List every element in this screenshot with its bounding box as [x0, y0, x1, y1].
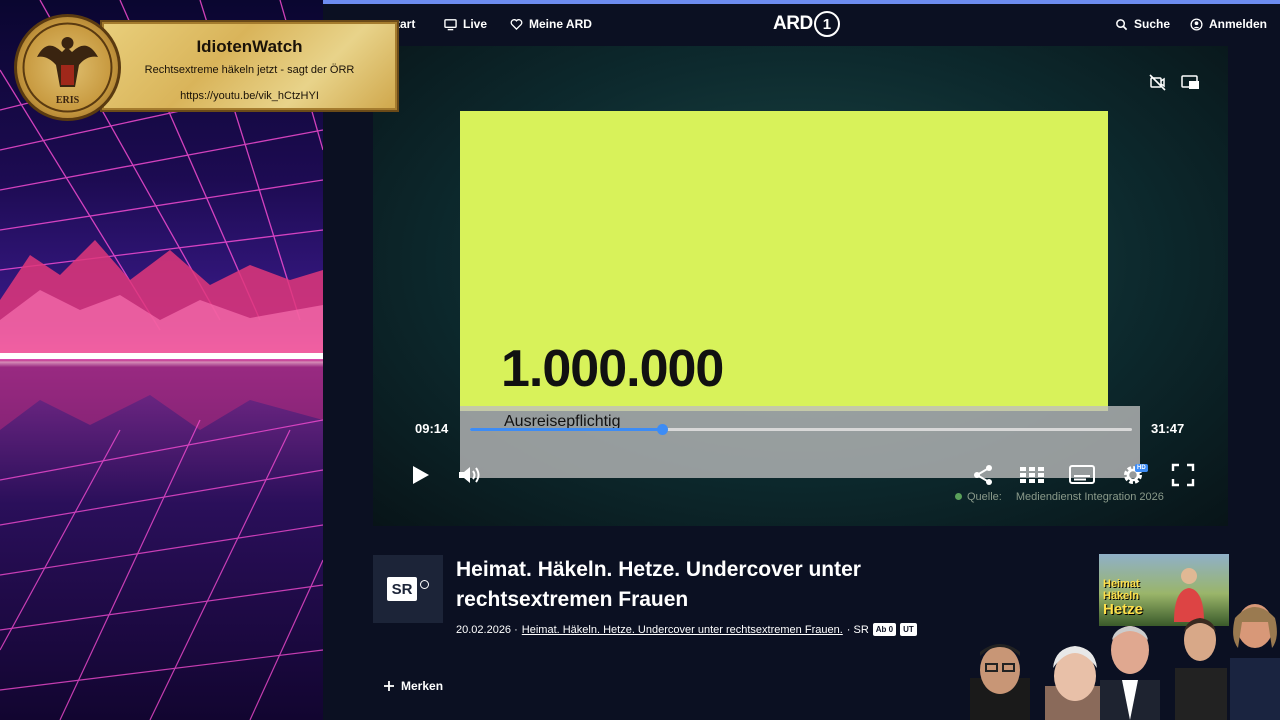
nav-search-label: Suche: [1134, 17, 1171, 31]
screen: tart Live Meine ARD ARD 1 Suche Anmelden: [0, 0, 1280, 720]
progress-fill: [470, 428, 662, 431]
face-1: [970, 644, 1030, 720]
heart-icon: [510, 18, 523, 30]
sr-logo-dot: [420, 579, 429, 589]
source-dot: [955, 493, 962, 500]
video-meta: 20.02.2026 · Heimat. Häkeln. Hetze. Unde…: [456, 623, 917, 636]
video-title: Heimat. Häkeln. Hetze. Undercover unter …: [456, 558, 861, 611]
hd-badge: HD: [1135, 464, 1148, 472]
nav-search-button[interactable]: Suche: [1115, 17, 1170, 31]
nav-live-label: Live: [463, 17, 488, 31]
commentator-faces-overlay: [970, 604, 1280, 720]
nav-meine-ard-label: Meine ARD: [529, 17, 592, 31]
video-frame-slide: 1.000.000: [460, 111, 1108, 411]
nav-login-button[interactable]: Anmelden: [1190, 17, 1267, 31]
video-player[interactable]: 1.000.000 Ausreisepflichtig 09:14 31:47: [373, 46, 1228, 526]
nav-live-link[interactable]: Live: [444, 17, 487, 31]
play-icon[interactable]: [408, 463, 432, 487]
tv-icon: [444, 18, 457, 30]
series-link[interactable]: Heimat. Häkeln. Hetze. Undercover unter …: [522, 624, 843, 636]
age-rating-badge: Ab 0: [872, 623, 897, 636]
no-audio-description-icon[interactable]: [1149, 74, 1166, 91]
video-date: 20.02.2026 ·: [456, 623, 518, 636]
picture-in-picture-icon[interactable]: [1181, 74, 1200, 91]
subtitles-badge: UT: [900, 623, 917, 636]
eris-seal-logo: ERIS: [14, 14, 121, 121]
plus-icon: [384, 681, 394, 691]
progress-handle[interactable]: [656, 424, 668, 435]
current-time: 09:14: [415, 421, 449, 436]
volume-icon[interactable]: [457, 464, 483, 486]
ard-logo[interactable]: ARD 1: [773, 11, 840, 37]
share-icon[interactable]: [971, 463, 995, 487]
face-4: [1175, 618, 1227, 720]
slide-big-number: 1.000.000: [501, 340, 724, 398]
nav-meine-ard-link[interactable]: Meine ARD: [510, 17, 592, 31]
source-label-wrap: Quelle:: [955, 491, 1002, 503]
overlay-subtitle: Rechtsextreme häkeln jetzt - sagt der ÖR…: [144, 64, 355, 76]
video-source-caption: Quelle: Mediendienst Integration 2026: [955, 491, 1164, 503]
top-navigation: tart Live Meine ARD ARD 1 Suche Anmelden: [323, 4, 1280, 46]
source-value: Mediendienst Integration 2026: [1015, 491, 1164, 503]
bookmark-button[interactable]: Merken: [383, 679, 443, 693]
bookmark-label: Merken: [401, 679, 444, 693]
face-5: [1230, 604, 1280, 720]
source-label: Quelle:: [967, 491, 1002, 503]
channel-logo-sr[interactable]: SR: [373, 555, 443, 623]
idiotenwatch-overlay-card: IdiotenWatch Rechtsextreme häkeln jetzt …: [100, 20, 399, 112]
search-icon: [1116, 18, 1128, 30]
fullscreen-icon[interactable]: [1171, 463, 1195, 487]
overlay-title: IdiotenWatch: [196, 37, 303, 56]
ard-logo-one: 1: [813, 11, 840, 37]
seal-text: ERIS: [56, 95, 80, 106]
chapters-grid-icon[interactable]: [1019, 464, 1045, 486]
duration-time: 31:47: [1151, 421, 1185, 436]
nav-login-label: Anmelden: [1209, 17, 1268, 31]
eris-figure-icon: ERIS: [22, 22, 113, 113]
sr-logo-box: SR: [387, 577, 417, 601]
user-icon: [1190, 17, 1203, 31]
progress-slider[interactable]: [470, 424, 1132, 435]
subtitles-icon[interactable]: [1069, 464, 1095, 486]
face-2: [1045, 646, 1107, 720]
ard-logo-text: ARD: [773, 13, 813, 34]
overlay-url: https://youtu.be/vik_hCtzHYI: [180, 90, 319, 102]
face-3: [1100, 626, 1160, 720]
video-channel: · SR: [846, 623, 869, 636]
